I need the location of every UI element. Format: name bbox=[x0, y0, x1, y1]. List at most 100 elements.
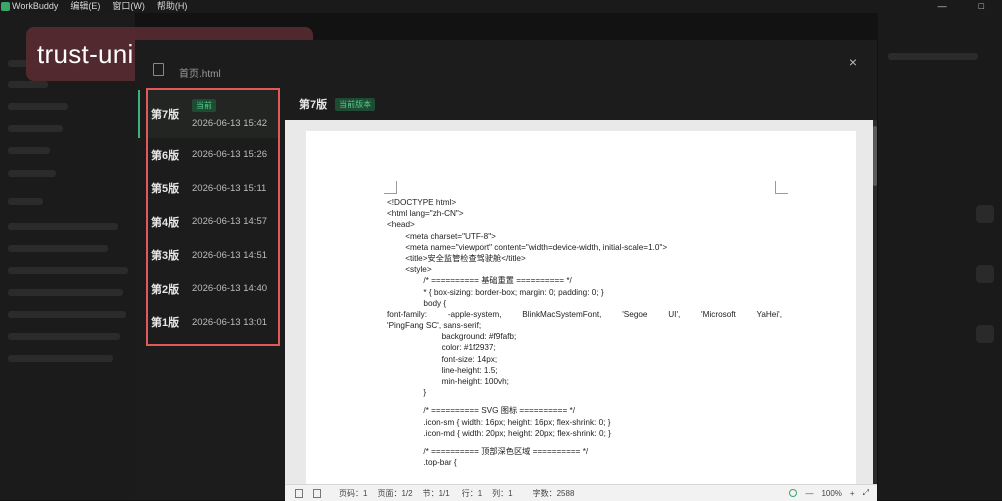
background-chip bbox=[976, 205, 994, 223]
version-name: 第4版 bbox=[151, 216, 180, 229]
version-item-6[interactable]: 第6版 2026-06-13 15:26 bbox=[148, 138, 278, 172]
zoom-out-button[interactable]: — bbox=[805, 489, 813, 498]
background-line bbox=[8, 147, 50, 154]
code-line: 'PingFang SC', sans-serif; bbox=[387, 321, 482, 331]
background-line bbox=[8, 198, 43, 205]
version-list: 第7版 当前 2026-06-13 15:42 第6版 2026-06-13 1… bbox=[138, 88, 280, 346]
version-time: 2026-06-13 14:57 bbox=[192, 216, 268, 228]
version-name: 第7版 bbox=[151, 109, 180, 121]
zoom-level: 100% bbox=[821, 488, 842, 498]
version-item-2[interactable]: 第2版 2026-06-13 14:40 bbox=[148, 272, 278, 306]
close-icon[interactable]: × bbox=[849, 54, 857, 70]
code-line: .top-bar { bbox=[387, 458, 457, 468]
background-line bbox=[8, 333, 120, 340]
active-indicator bbox=[138, 90, 140, 138]
status-col: 列：1 bbox=[492, 488, 513, 498]
menu-bar: WorkBuddy 编辑(E) 窗口(W) 帮助(H) — □ bbox=[0, 0, 1002, 13]
current-badge: 当前 bbox=[192, 99, 216, 112]
background-line bbox=[8, 223, 118, 230]
window-controls: — □ bbox=[938, 0, 996, 13]
version-item-3[interactable]: 第3版 2026-06-13 14:51 bbox=[148, 239, 278, 273]
code-line: min-height: 100vh; bbox=[387, 377, 509, 386]
background-line bbox=[8, 267, 128, 274]
code-line: background: #f9fafb; bbox=[387, 332, 517, 342]
version-item-7[interactable]: 第7版 当前 2026-06-13 15:42 bbox=[138, 90, 278, 138]
version-time: 2026-06-13 14:40 bbox=[192, 283, 268, 295]
app-logo-icon bbox=[1, 2, 10, 11]
minimize-button[interactable]: — bbox=[938, 0, 947, 13]
background-line bbox=[8, 245, 108, 252]
status-section: 节：1/1 bbox=[422, 488, 450, 498]
version-time: 2026-06-13 13:01 bbox=[192, 316, 268, 328]
background-line bbox=[8, 170, 56, 177]
background-chip bbox=[976, 325, 994, 343]
status-word-count: 字数：2588 bbox=[532, 488, 575, 498]
background-right-panel bbox=[878, 13, 1002, 500]
code-line: } bbox=[387, 388, 427, 398]
background-line bbox=[8, 289, 123, 296]
background-line bbox=[888, 53, 978, 60]
code-line: body { bbox=[387, 298, 447, 308]
version-item-1[interactable]: 第1版 2026-06-13 13:01 bbox=[148, 306, 278, 340]
document-preview[interactable]: <!DOCTYPE html> <html lang="zh-CN"> <head>… bbox=[285, 120, 873, 500]
code-content: <!DOCTYPE html> <html lang="zh-CN"> <head>… bbox=[387, 197, 782, 468]
code-line: /* ========== 基础重置 ========== */ bbox=[387, 276, 572, 286]
code-line: .icon-md { width: 20px; height: 20px; fl… bbox=[387, 428, 611, 438]
document-page: <!DOCTYPE html> <html lang="zh-CN"> <head>… bbox=[306, 131, 856, 500]
code-line: <!DOCTYPE html> bbox=[387, 198, 457, 207]
menu-help[interactable]: 帮助(H) bbox=[157, 0, 188, 13]
version-name: 第5版 bbox=[151, 183, 180, 196]
app-name: WorkBuddy bbox=[12, 1, 59, 11]
version-time: 2026-06-13 15:11 bbox=[192, 182, 267, 194]
version-time: 2026-06-13 15:42 bbox=[192, 118, 268, 129]
preview-title: 第7版 bbox=[299, 99, 328, 111]
status-page-code: 页码：1 bbox=[339, 488, 368, 498]
code-line: /* ========== 顶部深色区域 ========== */ bbox=[387, 446, 589, 456]
version-name: 第2版 bbox=[151, 283, 180, 296]
preview-header: 第7版 当前版本 bbox=[299, 96, 376, 112]
background-sidebar bbox=[0, 13, 135, 500]
code-line: <head> bbox=[387, 220, 415, 230]
background-line bbox=[8, 355, 113, 362]
globe-icon[interactable] bbox=[789, 489, 798, 497]
version-item-4[interactable]: 第4版 2026-06-13 14:57 bbox=[148, 205, 278, 239]
code-line: .icon-sm { width: 16px; height: 16px; fl… bbox=[387, 417, 611, 427]
version-item-5[interactable]: 第5版 2026-06-13 15:11 bbox=[148, 172, 278, 206]
code-line: <meta name="viewport" content="width=dev… bbox=[387, 242, 668, 252]
code-line: font-size: 14px; bbox=[387, 354, 498, 364]
code-line: /* ========== SVG 图标 ========== */ bbox=[387, 406, 575, 416]
background-line bbox=[8, 125, 63, 132]
version-name: 第1版 bbox=[151, 317, 180, 330]
status-row: 行：1 bbox=[461, 488, 483, 498]
page-corner-mark bbox=[384, 181, 397, 194]
code-line: font-family: -apple-system, BlinkMacSyst… bbox=[387, 309, 782, 319]
modal-title: 首页.html bbox=[179, 69, 221, 80]
menu-edit[interactable]: 编辑(E) bbox=[70, 0, 100, 13]
background-chip bbox=[976, 265, 994, 283]
menu-window[interactable]: 窗口(W) bbox=[112, 0, 145, 13]
version-name: 第6版 bbox=[151, 149, 180, 162]
page-view-icon[interactable] bbox=[295, 488, 303, 498]
background-line bbox=[8, 311, 126, 318]
file-icon bbox=[153, 63, 164, 76]
version-time: 2026-06-13 15:26 bbox=[192, 149, 268, 161]
background-line bbox=[8, 103, 68, 110]
code-line: color: #1f2937; bbox=[387, 343, 496, 353]
layout-icon[interactable] bbox=[313, 488, 321, 498]
preview-scrollbar[interactable] bbox=[873, 120, 877, 500]
current-version-badge: 当前版本 bbox=[335, 97, 376, 111]
fit-page-icon[interactable]: ⤢ bbox=[863, 488, 869, 498]
page-corner-mark bbox=[775, 181, 788, 194]
status-right-controls: — 100% + ⤢ bbox=[789, 488, 869, 498]
code-line: * { box-sizing: border-box; margin: 0; p… bbox=[387, 287, 604, 297]
maximize-button[interactable]: □ bbox=[979, 0, 984, 13]
code-line: <style> bbox=[387, 265, 432, 275]
code-line: <html lang="zh-CN"> bbox=[387, 209, 464, 219]
code-line: <title>安全监管检查驾驶舱</title> bbox=[387, 253, 526, 263]
zoom-in-button[interactable]: + bbox=[850, 489, 855, 498]
document-status-bar: 页码：1 页面：1/2 节：1/1 行：1 列：1 字数：2588 — 100%… bbox=[285, 484, 877, 501]
version-history-modal: 首页.html × 第7版 当前 2026-06-13 15:42 第6版 20… bbox=[135, 40, 877, 501]
scrollbar-thumb[interactable] bbox=[873, 126, 877, 186]
